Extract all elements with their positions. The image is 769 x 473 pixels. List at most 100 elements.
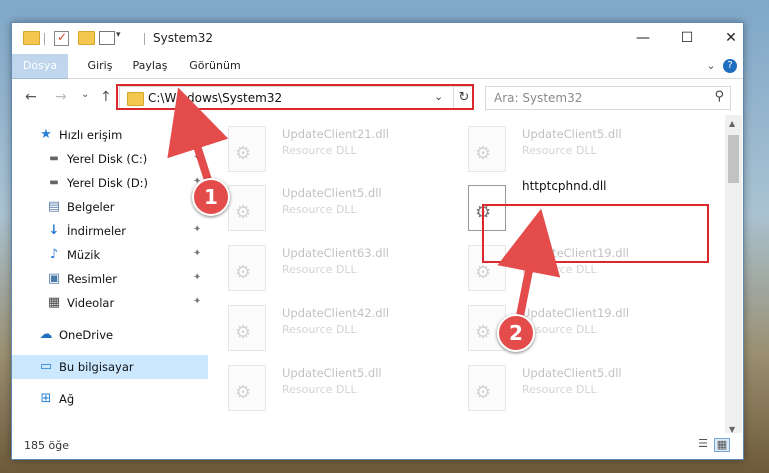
search-input[interactable]: Ara: System32 ⚲: [485, 86, 731, 110]
tab-home[interactable]: Giriş: [80, 54, 120, 78]
sidebar-item-label: Videolar: [67, 296, 115, 310]
file-type: Resource DLL: [522, 263, 597, 276]
pin-icon[interactable]: ✦: [193, 224, 201, 235]
dll-file-icon: [468, 126, 506, 172]
sidebar-item-network[interactable]: ⊞ Ağ: [12, 387, 208, 411]
download-icon: ↓: [48, 223, 60, 238]
scrollbar-thumb[interactable]: [728, 135, 739, 183]
vertical-scrollbar[interactable]: ▲ ▼: [725, 115, 742, 441]
maximize-button[interactable]: ☐: [667, 27, 707, 49]
sidebar-item-music[interactable]: ♪ Müzik ✦: [12, 243, 208, 267]
details-view-icon[interactable]: ☰: [696, 438, 710, 450]
file-item[interactable]: UpdateClient19.dll Resource DLL: [458, 299, 688, 355]
close-button[interactable]: ✕: [711, 27, 743, 49]
scroll-up-icon[interactable]: ▲: [729, 119, 735, 128]
sidebar-item-this-pc[interactable]: ▭ Bu bilgisayar: [12, 355, 208, 379]
window-title: System32: [153, 31, 214, 45]
file-item[interactable]: UpdateClient5.dll Resource DLL: [458, 120, 688, 176]
search-placeholder: Ara: System32: [494, 91, 583, 105]
view-options-icon[interactable]: [99, 31, 115, 45]
file-name: UpdateClient5.dll: [522, 127, 622, 141]
dll-file-icon: [228, 126, 266, 172]
new-folder-icon[interactable]: [78, 31, 95, 47]
pin-icon[interactable]: ✦: [193, 248, 201, 259]
forward-arrow-icon[interactable]: →: [55, 89, 67, 105]
dll-file-icon: [228, 245, 266, 291]
sidebar-item-downloads[interactable]: ↓ İndirmeler ✦: [12, 219, 208, 243]
up-arrow-icon[interactable]: ↑: [100, 89, 112, 105]
file-type: Resource DLL: [282, 263, 357, 276]
file-name: UpdateClient42.dll: [282, 306, 389, 320]
music-icon: ♪: [49, 247, 59, 262]
sidebar-item-label: Resimler: [67, 272, 117, 286]
file-type: Resource DLL: [522, 383, 597, 396]
ribbon-tabs: Dosya Giriş Paylaş Görünüm ⌄ ?: [12, 54, 743, 110]
file-name: UpdateClient21.dll: [282, 127, 389, 141]
file-item[interactable]: UpdateClient63.dll Resource DLL: [218, 239, 448, 295]
sidebar-item-label: Yerel Disk (C:): [67, 152, 148, 166]
explorer-window: ✓ ▾ System32 — ☐ ✕ Dosya Giriş Paylaş Gö…: [11, 22, 744, 460]
file-item[interactable]: UpdateClient5.dll Resource DLL: [458, 359, 688, 415]
back-arrow-icon[interactable]: ←: [25, 89, 37, 105]
item-count: 185 öğe: [24, 439, 69, 452]
star-icon: ★: [40, 127, 52, 142]
sidebar-item-label: Müzik: [67, 248, 101, 262]
address-highlight-box: [116, 84, 474, 110]
dll-file-icon: [468, 365, 506, 411]
file-item[interactable]: UpdateClient21.dll Resource DLL: [218, 120, 448, 176]
sidebar-item-videos[interactable]: ▦ Videolar ✦: [12, 291, 208, 315]
file-name: UpdateClient5.dll: [282, 186, 382, 200]
tab-view[interactable]: Görünüm: [187, 54, 243, 78]
sidebar-item-label: Belgeler: [67, 200, 115, 214]
sidebar-item-label: Bu bilgisayar: [59, 360, 134, 374]
file-name: UpdateClient63.dll: [282, 246, 389, 260]
file-item[interactable]: UpdateClient5.dll Resource DLL: [218, 179, 448, 235]
pin-icon[interactable]: ✦: [193, 296, 201, 307]
dll-file-icon: [228, 185, 266, 231]
file-type: Resource DLL: [522, 144, 597, 157]
sidebar-item-local-disk-c[interactable]: ▬ Yerel Disk (C:) ✦: [12, 147, 208, 171]
pin-icon[interactable]: ✦: [193, 152, 201, 163]
file-item[interactable]: UpdateClient5.dll Resource DLL: [218, 359, 448, 415]
sidebar-item-documents[interactable]: ▤ Belgeler ✦: [12, 195, 208, 219]
folder-icon: [23, 31, 40, 47]
file-name: UpdateClient5.dll: [522, 366, 622, 380]
file-type: Resource DLL: [282, 144, 357, 157]
network-icon: ⊞: [40, 391, 52, 406]
navigation-bar: ← → ⌄ ↑ C:\Windows\System32 ⌄ ↻ Ara: Sys…: [12, 79, 743, 115]
minimize-button[interactable]: —: [623, 27, 663, 49]
file-item[interactable]: UpdateClient42.dll Resource DLL: [218, 299, 448, 355]
dll-file-icon: [228, 365, 266, 411]
large-icons-view-icon[interactable]: ▦: [714, 438, 730, 452]
step-2-badge: 2: [497, 314, 535, 352]
properties-icon[interactable]: ✓: [54, 30, 69, 46]
file-name: httptcphnd.dll: [522, 179, 607, 193]
file-name: UpdateClient19.dll: [522, 306, 629, 320]
search-icon[interactable]: ⚲: [714, 89, 724, 104]
computer-icon: ▭: [39, 359, 53, 374]
recent-locations-chevron-icon[interactable]: ⌄: [81, 89, 89, 100]
sidebar-item-label: İndirmeler: [67, 224, 126, 238]
cloud-icon: ☁: [39, 327, 53, 342]
documents-icon: ▤: [47, 199, 61, 214]
sidebar-item-local-disk-d[interactable]: ▬ Yerel Disk (D:) ✦: [12, 171, 208, 195]
sidebar-item-label: Yerel Disk (D:): [67, 176, 149, 190]
title-bar: ✓ ▾ System32 — ☐ ✕: [12, 23, 743, 54]
status-bar: 185 öğe ☰ ▦: [12, 433, 743, 459]
pin-icon[interactable]: ✦: [193, 272, 201, 283]
customize-chevron-icon[interactable]: ▾: [116, 30, 121, 46]
sidebar-item-pictures[interactable]: ▣ Resimler ✦: [12, 267, 208, 291]
file-highlight-box: [482, 204, 709, 263]
tab-share[interactable]: Paylaş: [128, 54, 172, 78]
file-type: Resource DLL: [282, 323, 357, 336]
help-icon[interactable]: ?: [723, 59, 737, 73]
sidebar-item-quick-access[interactable]: ★ Hızlı erişim: [12, 123, 208, 147]
sidebar-item-label: Ağ: [59, 392, 75, 406]
ribbon-expand-chevron-icon[interactable]: ⌄: [704, 54, 718, 78]
drive-icon: ▬: [49, 153, 59, 164]
file-list: UpdateClient21.dll Resource DLL UpdateCl…: [218, 115, 723, 441]
file-name: UpdateClient5.dll: [282, 366, 382, 380]
step-1-badge: 1: [192, 178, 230, 216]
pictures-icon: ▣: [47, 271, 61, 286]
sidebar-item-onedrive[interactable]: ☁ OneDrive: [12, 323, 208, 347]
